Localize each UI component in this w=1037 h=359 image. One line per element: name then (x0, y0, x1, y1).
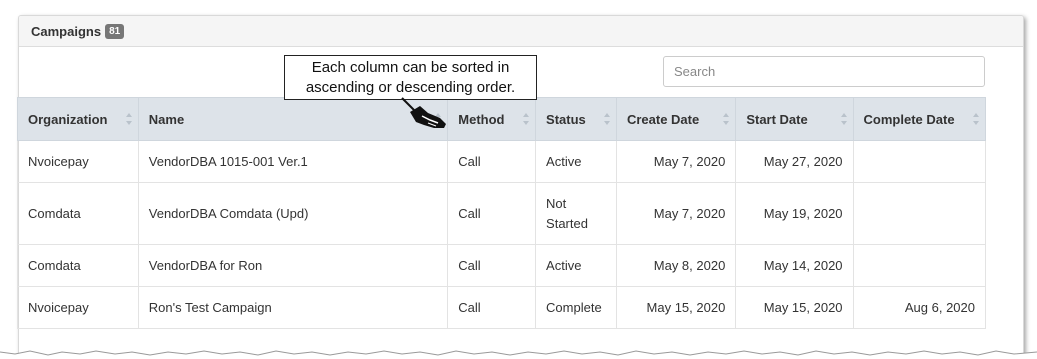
callout-box: Each column can be sorted in ascending o… (284, 55, 537, 100)
table-row[interactable]: Nvoicepay VendorDBA 1015-001 Ver.1 Call … (17, 140, 987, 183)
callout-line-1: Each column can be sorted in (311, 59, 510, 76)
sort-icon (125, 113, 133, 125)
cell-method: Call (447, 182, 537, 245)
cell-create-date: May 7, 2020 (615, 140, 737, 183)
cell-name: Ron's Test Campaign (137, 286, 449, 329)
cell-complete-date (852, 182, 987, 245)
cell-start-date: May 27, 2020 (735, 140, 854, 183)
column-header-label: Start Date (746, 111, 808, 127)
campaigns-table: Organization Name Method Status Create D… (17, 97, 987, 329)
cell-status: Active (535, 140, 617, 183)
column-header-status[interactable]: Status (535, 97, 617, 141)
column-header-method[interactable]: Method (447, 97, 537, 141)
column-header-label: Organization (28, 111, 108, 127)
sort-icon (723, 113, 730, 125)
cell-name: VendorDBA 1015-001 Ver.1 (137, 140, 449, 183)
cell-create-date: May 15, 2020 (615, 286, 737, 329)
table-header-row: Organization Name Method Status Create D… (17, 97, 987, 141)
column-header-complete-date[interactable]: Complete Date (852, 97, 987, 141)
cell-organization: Nvoicepay (17, 286, 139, 329)
cell-method: Call (447, 286, 537, 329)
cell-method: Call (447, 140, 537, 183)
cell-organization: Comdata (17, 244, 139, 287)
torn-edge-decoration (0, 350, 1037, 359)
cell-organization: Nvoicepay (17, 140, 139, 183)
cell-complete-date (852, 244, 987, 287)
panel-header: Campaigns 81 (19, 16, 1023, 47)
cell-complete-date (852, 140, 987, 183)
cell-method: Call (447, 244, 537, 287)
sort-icon (973, 113, 980, 125)
cell-complete-date: Aug 6, 2020 (852, 286, 987, 329)
cell-create-date: May 7, 2020 (615, 182, 737, 245)
cell-status: Complete (535, 286, 617, 329)
sort-icon (603, 113, 611, 125)
cell-start-date: May 19, 2020 (735, 182, 854, 245)
column-header-label: Method (458, 111, 505, 127)
table-row[interactable]: Nvoicepay Ron's Test Campaign Call Compl… (17, 286, 987, 329)
cell-start-date: May 15, 2020 (735, 286, 854, 329)
cell-name: VendorDBA for Ron (137, 244, 449, 287)
column-header-label: Name (148, 111, 185, 127)
column-header-start-date[interactable]: Start Date (735, 97, 854, 141)
cell-create-date: May 8, 2020 (615, 244, 737, 287)
table-row[interactable]: Comdata VendorDBA for Ron Call Active Ma… (17, 244, 987, 287)
column-header-label: Create Date (626, 111, 700, 127)
pointing-hand-icon (401, 97, 446, 128)
search-input[interactable] (663, 56, 985, 87)
sort-icon (840, 113, 848, 125)
column-header-label: Complete Date (863, 111, 955, 127)
sort-icon (523, 113, 530, 125)
cell-status: Active (535, 244, 617, 287)
cell-start-date: May 14, 2020 (735, 244, 854, 287)
panel-title: Campaigns (31, 23, 102, 39)
cell-organization: Comdata (17, 182, 139, 245)
column-header-label: Status (546, 111, 586, 127)
campaign-count-badge: 81 (105, 23, 125, 39)
column-header-create-date[interactable]: Create Date (615, 97, 737, 141)
table-row[interactable]: Comdata VendorDBA Comdata (Upd) Call Not… (17, 182, 987, 245)
cell-name: VendorDBA Comdata (Upd) (137, 182, 449, 245)
cell-status: Not Started (535, 182, 617, 245)
column-header-organization[interactable]: Organization (17, 97, 139, 141)
callout-line-2: ascending or descending order. (305, 79, 516, 96)
